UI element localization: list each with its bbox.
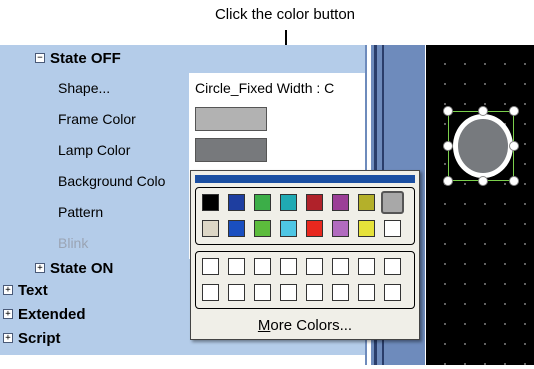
property-value[interactable]: Circle_Fixed Width : C xyxy=(188,73,370,104)
property-name: Background Colo xyxy=(48,166,188,197)
property-name: Frame Color xyxy=(48,104,188,135)
color-swatch[interactable] xyxy=(202,220,219,237)
color-swatch[interactable] xyxy=(280,258,297,275)
instruction-callout: Click the color button xyxy=(214,6,356,23)
color-picker-popup: More Colors... xyxy=(190,170,420,340)
resize-handle[interactable] xyxy=(509,141,519,151)
property-row-lamp-color[interactable]: Lamp Color xyxy=(48,135,370,166)
section-label: State OFF xyxy=(50,50,121,67)
color-swatch[interactable] xyxy=(332,220,349,237)
color-swatch[interactable] xyxy=(332,194,349,211)
property-row-frame-color[interactable]: Frame Color xyxy=(48,104,370,135)
resize-handle[interactable] xyxy=(509,106,519,116)
color-swatch[interactable] xyxy=(280,284,297,301)
color-swatch[interactable] xyxy=(306,258,323,275)
property-name: Lamp Color xyxy=(48,135,188,166)
property-value[interactable] xyxy=(188,104,370,135)
color-swatch[interactable] xyxy=(202,258,219,275)
screen-canvas[interactable] xyxy=(426,45,534,365)
property-name: Shape... xyxy=(48,73,188,104)
section-label: State ON xyxy=(50,260,114,277)
color-swatch[interactable] xyxy=(332,258,349,275)
custom-color-palette xyxy=(195,251,415,309)
section-label: Script xyxy=(18,330,61,347)
color-swatch[interactable] xyxy=(280,220,297,237)
section-label: Text xyxy=(18,282,48,299)
color-swatch[interactable] xyxy=(384,220,401,237)
expand-icon[interactable]: + xyxy=(3,309,13,319)
color-swatch[interactable] xyxy=(381,191,404,214)
selection-frame xyxy=(448,111,514,181)
resize-handle[interactable] xyxy=(478,176,488,186)
color-swatch[interactable] xyxy=(384,258,401,275)
lamp-color-swatch[interactable] xyxy=(195,138,267,162)
collapse-icon[interactable]: − xyxy=(35,53,45,63)
expand-icon[interactable]: + xyxy=(3,333,13,343)
color-swatch[interactable] xyxy=(358,194,375,211)
property-name: Pattern xyxy=(48,197,188,228)
resize-handle[interactable] xyxy=(443,176,453,186)
color-swatch[interactable] xyxy=(306,194,323,211)
color-swatch[interactable] xyxy=(228,258,245,275)
color-swatch[interactable] xyxy=(384,284,401,301)
resize-handle[interactable] xyxy=(443,141,453,151)
color-swatch[interactable] xyxy=(228,220,245,237)
color-swatch[interactable] xyxy=(332,284,349,301)
color-swatch[interactable] xyxy=(254,258,271,275)
color-swatch[interactable] xyxy=(228,194,245,211)
color-swatch[interactable] xyxy=(306,284,323,301)
resize-handle[interactable] xyxy=(478,106,488,116)
popup-title-bar xyxy=(195,175,415,183)
color-swatch[interactable] xyxy=(202,284,219,301)
more-colors-label: ore Colors... xyxy=(270,317,353,334)
color-swatch[interactable] xyxy=(254,194,271,211)
more-colors-mnemonic: M xyxy=(257,317,271,334)
color-swatch[interactable] xyxy=(202,194,219,211)
frame-color-swatch[interactable] xyxy=(195,107,267,131)
property-value[interactable] xyxy=(188,135,370,166)
color-swatch[interactable] xyxy=(358,258,375,275)
color-swatch[interactable] xyxy=(280,194,297,211)
color-swatch[interactable] xyxy=(358,284,375,301)
resize-handle[interactable] xyxy=(443,106,453,116)
resize-handle[interactable] xyxy=(509,176,519,186)
color-swatch[interactable] xyxy=(228,284,245,301)
color-swatch[interactable] xyxy=(254,284,271,301)
section-state-off[interactable]: − State OFF xyxy=(0,45,372,73)
color-swatch[interactable] xyxy=(254,220,271,237)
more-colors-button[interactable]: More Colors... xyxy=(191,317,419,334)
color-palette xyxy=(195,187,415,245)
expand-icon[interactable]: + xyxy=(35,263,45,273)
expand-icon[interactable]: + xyxy=(3,285,13,295)
section-label: Extended xyxy=(18,306,86,323)
property-row-shape[interactable]: Shape... Circle_Fixed Width : C xyxy=(48,73,370,104)
color-swatch[interactable] xyxy=(306,220,323,237)
color-swatch[interactable] xyxy=(358,220,375,237)
